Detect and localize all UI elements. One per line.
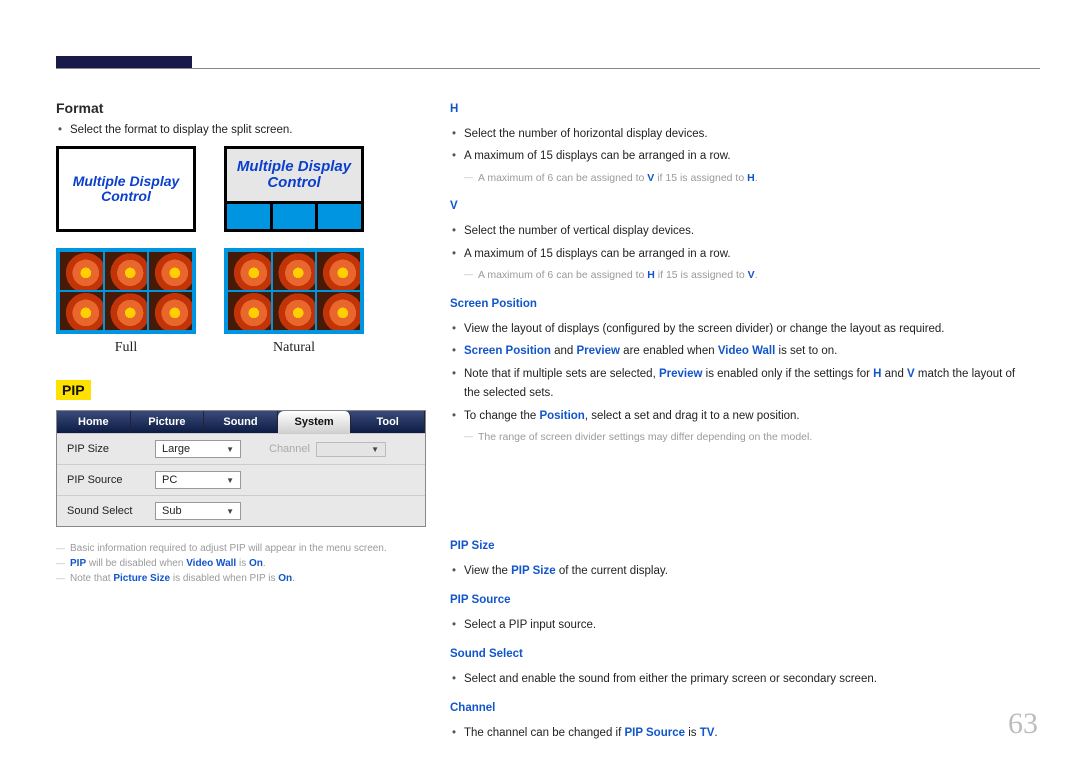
sp-subnote: The range of screen divider settings may… (450, 429, 1020, 447)
channel-bullet: The channel can be changed if PIP Source… (450, 724, 1020, 744)
left-column: Format Select the format to display the … (56, 100, 426, 746)
video-wall-full-image (56, 248, 196, 334)
screen-position-heading: Screen Position (450, 295, 1020, 315)
h-subnote: A maximum of 6 can be assigned to V if 1… (450, 170, 1020, 188)
v-heading: V (450, 197, 1020, 217)
pip-source-select[interactable]: PC▼ (155, 471, 241, 489)
footnote-3: Note that Picture Size is disabled when … (56, 573, 426, 584)
chevron-down-icon: ▼ (226, 507, 234, 516)
sp-bullet-1: View the layout of displays (configured … (450, 320, 1020, 340)
diagram-pane (318, 204, 361, 229)
format-natural-bottom: Natural (224, 248, 364, 356)
channel-label-disabled: Channel (269, 443, 310, 455)
tab-sound[interactable]: Sound (204, 411, 278, 433)
chevron-down-icon: ▼ (371, 445, 379, 454)
pip-menu-screenshot: Home Picture Sound System Tool PIP Size … (56, 410, 426, 527)
h-bullet-2: A maximum of 15 displays can be arranged… (450, 147, 1020, 167)
pip-source-label: PIP Source (67, 474, 155, 486)
row-pip-source: PIP Source PC▼ (57, 464, 425, 495)
tab-tool[interactable]: Tool (351, 411, 425, 433)
sound-select-select[interactable]: Sub▼ (155, 502, 241, 520)
channel-heading: Channel (450, 699, 1020, 719)
tab-system[interactable]: System (278, 411, 352, 433)
v-bullet-2: A maximum of 15 displays can be arranged… (450, 245, 1020, 265)
chevron-down-icon: ▼ (226, 445, 234, 454)
v-subnote: A maximum of 6 can be assigned to H if 1… (450, 267, 1020, 285)
sp-bullet-2: Screen Position and Preview are enabled … (450, 342, 1020, 362)
h-heading: H (450, 100, 1020, 120)
sp-bullet-4: To change the Position, select a set and… (450, 407, 1020, 427)
format-full-bottom: Full (56, 248, 196, 356)
sound-select-heading: Sound Select (450, 645, 1020, 665)
pip-source-bullet: Select a PIP input source. (450, 616, 1020, 636)
content-columns: Format Select the format to display the … (56, 100, 1040, 746)
label-natural: Natural (224, 340, 364, 356)
right-column: H Select the number of horizontal displa… (450, 100, 1020, 746)
menu-tabs: Home Picture Sound System Tool (57, 411, 425, 433)
diagram-pane (227, 204, 270, 229)
channel-select-disabled: ▼ (316, 442, 386, 457)
pip-size-select[interactable]: Large▼ (155, 440, 241, 458)
header-rule (56, 68, 1040, 69)
format-full-top: Multiple Display Control (56, 146, 196, 238)
tab-picture[interactable]: Picture (131, 411, 205, 433)
row-pip-size: PIP Size Large▼ Channel ▼ (57, 433, 425, 464)
v-bullet-1: Select the number of vertical display de… (450, 222, 1020, 242)
tab-home[interactable]: Home (57, 411, 131, 433)
format-bullet: Select the format to display the split s… (56, 124, 426, 136)
h-bullet-1: Select the number of horizontal display … (450, 125, 1020, 145)
video-wall-full-text: Multiple Display Control (56, 146, 196, 232)
header-accent-bar (56, 56, 192, 68)
pip-footnotes: Basic information required to adjust PIP… (56, 543, 426, 584)
format-heading: Format (56, 100, 426, 116)
format-diagram-top-row: Multiple Display Control Multiple Displa… (56, 146, 426, 238)
format-diagram-bottom-row: Full Natural (56, 248, 426, 356)
diagram-text: Multiple Display Control (227, 149, 361, 201)
pip-source-heading: PIP Source (450, 591, 1020, 611)
sound-select-label: Sound Select (67, 505, 155, 517)
pip-size-label: PIP Size (67, 443, 155, 455)
format-natural-top: Multiple Display Control (224, 146, 364, 238)
pip-size-bullet: View the PIP Size of the current display… (450, 562, 1020, 582)
row-sound-select: Sound Select Sub▼ (57, 495, 425, 526)
pip-heading-badge: PIP (56, 380, 91, 400)
pip-size-heading: PIP Size (450, 537, 1020, 557)
diagram-pane (273, 204, 316, 229)
chevron-down-icon: ▼ (226, 476, 234, 485)
sp-bullet-3: Note that if multiple sets are selected,… (450, 365, 1020, 404)
video-wall-natural-text: Multiple Display Control (224, 146, 364, 232)
label-full: Full (56, 340, 196, 356)
footnote-1: Basic information required to adjust PIP… (56, 543, 426, 554)
page-number: 63 (1008, 707, 1038, 741)
sound-select-bullet: Select and enable the sound from either … (450, 670, 1020, 690)
video-wall-natural-image (224, 248, 364, 334)
diagram-text: Multiple Display Control (59, 149, 193, 229)
footnote-2: PIP will be disabled when Video Wall is … (56, 558, 426, 569)
